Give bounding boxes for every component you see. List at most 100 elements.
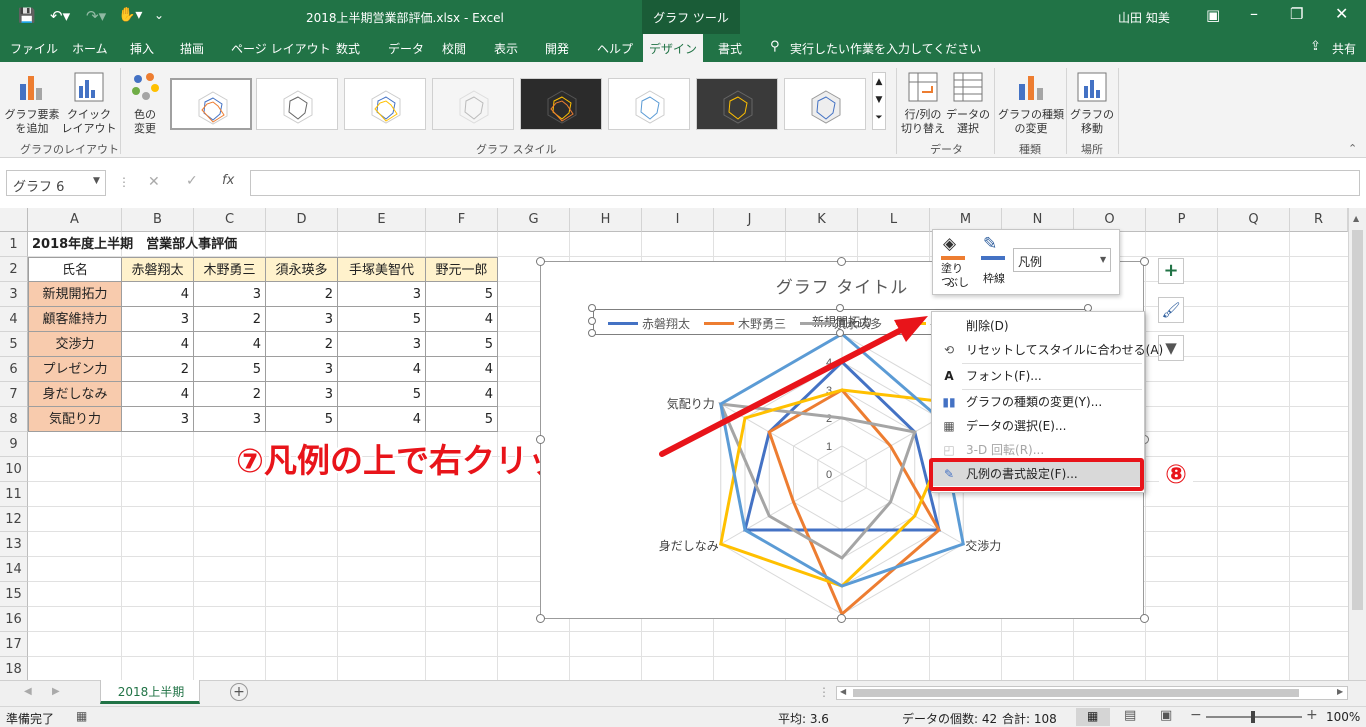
macro-record-icon[interactable]: ▦ <box>76 709 87 723</box>
legend-handle[interactable] <box>588 304 596 312</box>
quick-layout-button[interactable]: クイック レイアウト <box>60 66 118 138</box>
score-cell[interactable]: 3 <box>338 282 426 307</box>
score-cell[interactable]: 4 <box>122 382 194 407</box>
column-header[interactable]: P <box>1146 208 1218 232</box>
row-header[interactable]: 13 <box>0 532 28 557</box>
chart-style-thumb[interactable] <box>608 78 690 130</box>
legend-handle[interactable] <box>836 304 844 312</box>
column-header[interactable]: R <box>1290 208 1348 232</box>
row-header[interactable]: 10 <box>0 457 28 482</box>
tab-formulas[interactable]: 数式 <box>336 40 360 57</box>
touch-mode-icon[interactable]: ✋▾ <box>118 7 142 23</box>
row-header[interactable]: 5 <box>0 332 28 357</box>
collapse-ribbon-icon[interactable]: ⌃ <box>1348 142 1357 155</box>
row-header[interactable]: 7 <box>0 382 28 407</box>
vertical-scrollbar[interactable]: ▲ <box>1348 208 1366 680</box>
tell-me-input[interactable]: 実行したい作業を入力してください <box>790 40 981 57</box>
tab-home[interactable]: ホーム <box>72 40 108 57</box>
undo-icon[interactable]: ↶▾ <box>50 7 70 25</box>
resize-handle[interactable] <box>837 614 846 623</box>
name-box[interactable]: グラフ 6 ▼ <box>6 170 106 196</box>
zoom-level[interactable]: 100% <box>1326 710 1360 724</box>
row-header[interactable]: 14 <box>0 557 28 582</box>
score-cell[interactable]: 5 <box>338 307 426 332</box>
score-cell[interactable]: 3 <box>266 307 338 332</box>
page-break-view-icon[interactable]: ▣ <box>1160 708 1172 723</box>
score-cell[interactable]: 5 <box>426 332 498 357</box>
score-cell[interactable]: 5 <box>266 407 338 432</box>
person-header-cell[interactable]: 手塚美智代 <box>338 257 426 282</box>
score-cell[interactable]: 3 <box>338 332 426 357</box>
column-header[interactable]: C <box>194 208 266 232</box>
score-cell[interactable]: 2 <box>122 357 194 382</box>
page-layout-view-icon[interactable]: ▤ <box>1124 708 1136 723</box>
prev-sheet-icon[interactable]: ◀ <box>24 686 32 697</box>
sheet-title-cell[interactable]: 2018年度上半期 営業部人事評価 <box>28 232 328 257</box>
score-cell[interactable]: 3 <box>194 407 266 432</box>
score-cell[interactable]: 5 <box>426 282 498 307</box>
add-chart-element-button[interactable]: グラフ要素 を追加 <box>4 66 60 138</box>
menu-item-change-chart-type[interactable]: ▮▮ グラフの種類の変更(Y)... <box>932 390 1144 414</box>
scroll-left-icon[interactable]: ◀ <box>840 687 846 696</box>
score-cell[interactable]: 3 <box>122 407 194 432</box>
minimize-icon[interactable]: – <box>1250 4 1258 23</box>
category-cell[interactable]: 交渉力 <box>28 332 122 357</box>
column-header[interactable]: F <box>426 208 498 232</box>
column-header[interactable]: L <box>858 208 930 232</box>
chart-style-thumb[interactable] <box>256 78 338 130</box>
tab-help[interactable]: ヘルプ <box>597 40 633 57</box>
legend-handle[interactable] <box>836 329 844 337</box>
redo-icon[interactable]: ↷▾ <box>86 7 106 25</box>
user-name[interactable]: 山田 知美 <box>1118 9 1170 26</box>
sheet-tab-active[interactable]: 2018上半期 <box>100 680 200 704</box>
score-cell[interactable]: 4 <box>426 382 498 407</box>
legend-handle[interactable] <box>588 329 596 337</box>
score-cell[interactable]: 4 <box>122 282 194 307</box>
tab-data[interactable]: データ <box>388 40 424 57</box>
resize-handle[interactable] <box>536 614 545 623</box>
gallery-scroll[interactable]: ▲ ▼ ⏷ <box>872 72 886 130</box>
restore-icon[interactable]: ❐ <box>1290 5 1303 23</box>
add-sheet-icon[interactable]: + <box>230 683 248 701</box>
category-cell[interactable]: 新規開拓力 <box>28 282 122 307</box>
resize-handle[interactable] <box>536 257 545 266</box>
chart-style-thumb[interactable] <box>344 78 426 130</box>
column-header[interactable]: B <box>122 208 194 232</box>
column-header[interactable]: I <box>642 208 714 232</box>
row-header[interactable]: 4 <box>0 307 28 332</box>
move-chart-button[interactable]: グラフの 移動 <box>1070 66 1114 138</box>
score-cell[interactable]: 3 <box>266 382 338 407</box>
tab-format[interactable]: 書式 <box>718 40 742 57</box>
person-header-cell[interactable]: 須永瑛多 <box>266 257 338 282</box>
person-header-cell[interactable]: 赤磐翔太 <box>122 257 194 282</box>
chart-style-thumb[interactable] <box>432 78 514 130</box>
header-name-cell[interactable]: 氏名 <box>28 257 122 282</box>
zoom-in-icon[interactable]: + <box>1306 707 1318 723</box>
zoom-slider-thumb[interactable] <box>1251 711 1255 723</box>
score-cell[interactable]: 3 <box>266 357 338 382</box>
row-header[interactable]: 6 <box>0 357 28 382</box>
row-header[interactable]: 11 <box>0 482 28 507</box>
resize-handle[interactable] <box>1140 614 1149 623</box>
next-sheet-icon[interactable]: ▶ <box>52 686 60 697</box>
chart-style-thumb[interactable] <box>784 78 866 130</box>
score-cell[interactable]: 4 <box>194 332 266 357</box>
chart-styles-button[interactable]: 🖌 <box>1158 297 1184 323</box>
row-header[interactable]: 18 <box>0 657 28 682</box>
chart-elements-button[interactable]: + <box>1158 258 1184 284</box>
row-header[interactable]: 2 <box>0 257 28 282</box>
close-icon[interactable]: ✕ <box>1335 4 1348 23</box>
row-header[interactable]: 16 <box>0 607 28 632</box>
scroll-thumb[interactable] <box>1352 230 1363 610</box>
select-all-corner[interactable] <box>0 208 28 232</box>
column-header[interactable]: E <box>338 208 426 232</box>
share-button[interactable]: 共有 <box>1332 40 1356 57</box>
score-cell[interactable]: 5 <box>194 357 266 382</box>
score-cell[interactable]: 4 <box>426 307 498 332</box>
menu-item-delete[interactable]: 削除(D) <box>932 314 1144 338</box>
score-cell[interactable]: 2 <box>266 332 338 357</box>
ribbon-display-icon[interactable]: ▣ <box>1206 6 1220 24</box>
outline-button[interactable]: ✎ 枠線 <box>979 234 1013 292</box>
column-header[interactable]: G <box>498 208 570 232</box>
resize-handle[interactable] <box>837 257 846 266</box>
